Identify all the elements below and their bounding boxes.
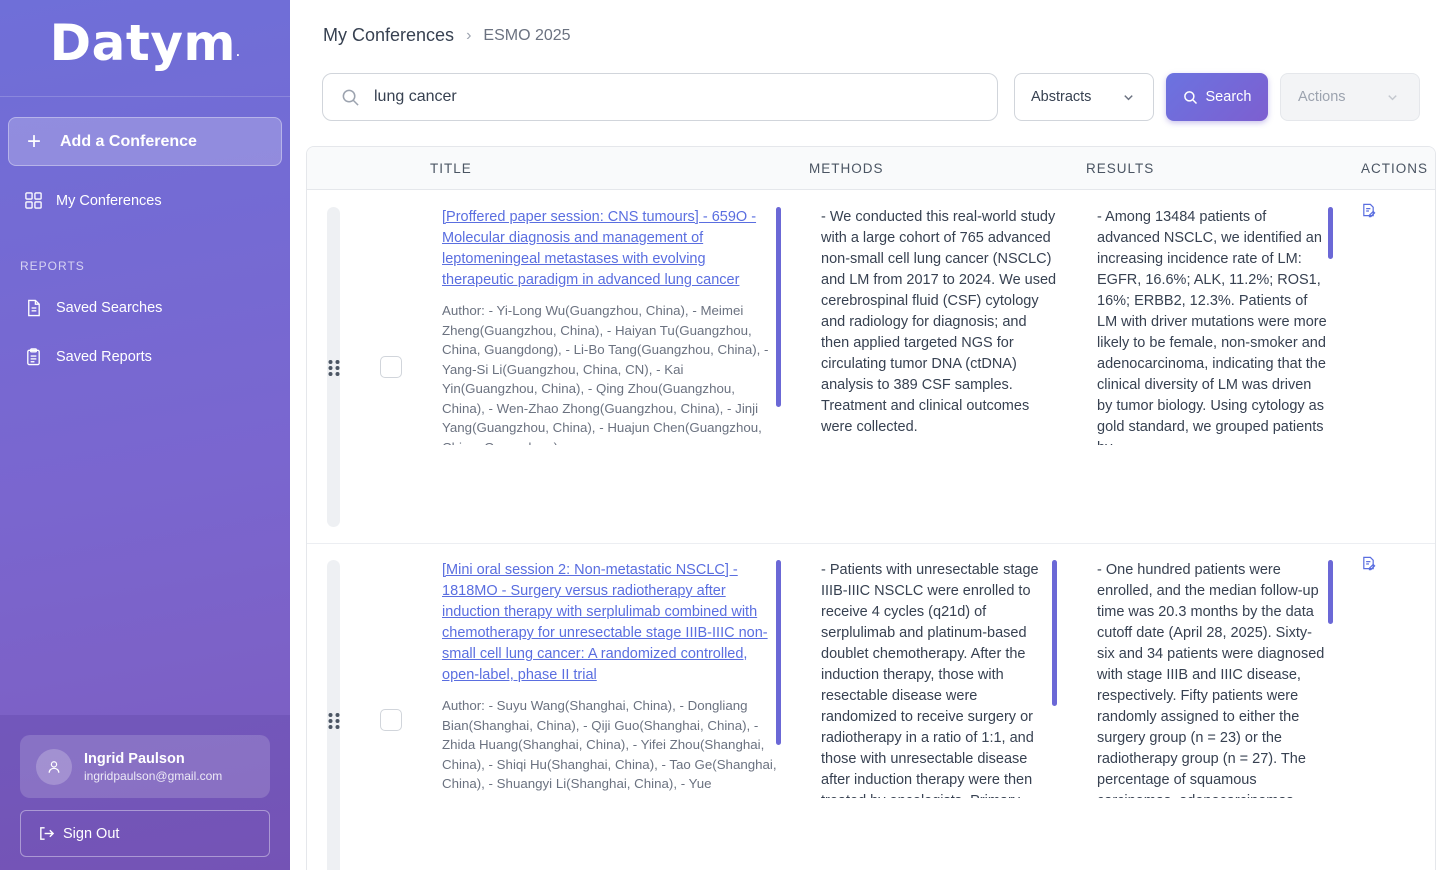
add-conference-label: Add a Conference <box>60 132 197 150</box>
user-name: Ingrid Paulson <box>84 750 185 767</box>
sidebar-item-label: Saved Searches <box>56 300 163 316</box>
abstract-title-link[interactable]: [Mini oral session 2: Non-metastatic NSC… <box>442 562 768 683</box>
column-header-results: RESULTS <box>1086 161 1155 176</box>
search-input[interactable] <box>374 88 964 106</box>
filter-select-value: Abstracts <box>1031 89 1092 105</box>
author-list: Author: - Yi-Long Wu(Guangzhou, China), … <box>442 303 769 445</box>
abstracts-table: TITLE METHODS RESULTS ACTIONS [Proffered… <box>306 146 1436 870</box>
scroll-indicator[interactable] <box>1328 560 1333 624</box>
sidebar-item-saved-reports[interactable]: Saved Reports <box>24 347 152 367</box>
breadcrumb: My Conferences › ESMO 2025 <box>323 25 571 46</box>
sidebar-item-label: Saved Reports <box>56 349 152 365</box>
scroll-indicator[interactable] <box>1052 560 1057 706</box>
user-icon <box>48 760 60 773</box>
actions-dropdown[interactable]: Actions <box>1280 73 1420 121</box>
grid-icon <box>25 192 42 209</box>
clipboard-icon <box>27 348 40 366</box>
breadcrumb-current: ESMO 2025 <box>483 26 571 44</box>
search-button[interactable]: Search <box>1166 73 1268 121</box>
column-header-methods: METHODS <box>809 161 884 176</box>
results-cell: - Among 13484 patients of advanced NSCLC… <box>1097 209 1327 445</box>
title-cell: [Proffered paper session: CNS tumours] -… <box>442 207 777 445</box>
sign-out-button[interactable]: Sign Out <box>20 810 270 857</box>
breadcrumb-root-link[interactable]: My Conferences <box>323 25 454 46</box>
search-icon <box>1183 90 1197 104</box>
column-header-actions: ACTIONS <box>1361 161 1429 176</box>
scroll-indicator[interactable] <box>1328 207 1333 259</box>
search-button-label: Search <box>1205 89 1252 105</box>
results-cell: - One hundred patients were enrolled, an… <box>1097 562 1325 798</box>
sidebar: Datym. + Add a Conference My Conferences… <box>0 0 290 870</box>
table-row: [Mini oral session 2: Non-metastatic NSC… <box>307 544 1435 870</box>
row-checkbox[interactable] <box>380 356 402 378</box>
chevron-down-icon <box>1388 94 1397 100</box>
sign-out-icon <box>40 827 55 840</box>
sidebar-item-my-conferences[interactable]: My Conferences <box>24 191 162 210</box>
add-conference-button[interactable]: + Add a Conference <box>8 117 282 166</box>
sidebar-divider <box>0 96 290 97</box>
sidebar-item-label: My Conferences <box>56 192 162 209</box>
search-icon <box>342 89 359 106</box>
logo-text: Datym <box>49 14 237 72</box>
methods-cell: - Patients with unresectable stage IIIB-… <box>821 562 1039 798</box>
methods-cell: - We conducted this real-world study wit… <box>821 209 1057 435</box>
author-list: Author: - Suyu Wang(Shanghai, China), - … <box>442 698 777 798</box>
filter-select[interactable]: Abstracts <box>1014 73 1154 121</box>
search-box[interactable] <box>322 73 998 121</box>
chevron-right-icon: › <box>466 26 472 44</box>
chevron-down-icon <box>1124 94 1133 100</box>
user-card[interactable]: Ingrid Paulson ingridpaulson@gmail.com <box>20 735 270 798</box>
row-checkbox[interactable] <box>380 709 402 731</box>
abstract-title-link[interactable]: [Proffered paper session: CNS tumours] -… <box>442 209 756 288</box>
drag-handle-icon[interactable] <box>327 359 341 377</box>
scroll-indicator[interactable] <box>776 560 781 745</box>
table-header: TITLE METHODS RESULTS ACTIONS <box>307 147 1435 190</box>
logo-mark: . <box>236 48 241 59</box>
document-icon <box>28 299 40 317</box>
column-header-title: TITLE <box>430 161 472 176</box>
reports-section-label: REPORTS <box>20 259 85 273</box>
logo[interactable]: Datym. <box>0 14 290 72</box>
edit-note-icon[interactable] <box>1361 556 1376 571</box>
plus-icon: + <box>27 127 42 155</box>
drag-handle-icon[interactable] <box>327 712 341 730</box>
sign-out-label: Sign Out <box>63 825 120 842</box>
avatar <box>36 748 72 785</box>
user-email: ingridpaulson@gmail.com <box>84 768 223 783</box>
edit-note-icon[interactable] <box>1361 203 1376 218</box>
title-cell: [Mini oral session 2: Non-metastatic NSC… <box>442 560 777 798</box>
scroll-indicator[interactable] <box>776 207 781 407</box>
actions-label: Actions <box>1298 89 1346 105</box>
sidebar-item-saved-searches[interactable]: Saved Searches <box>24 298 162 318</box>
table-row: [Proffered paper session: CNS tumours] -… <box>307 191 1435 544</box>
